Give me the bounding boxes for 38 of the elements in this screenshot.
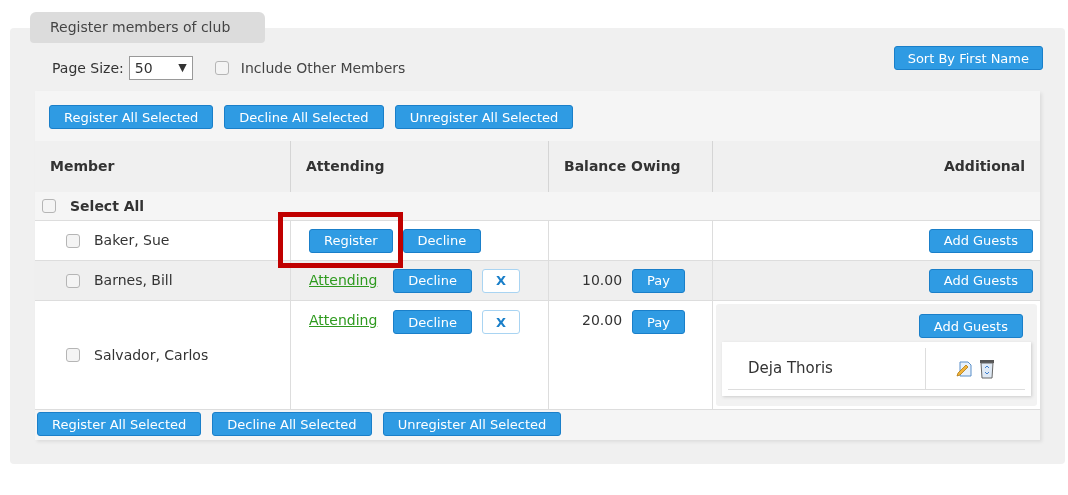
balance-amount: 10.00 bbox=[582, 271, 623, 290]
member-name: Barnes, Bill bbox=[94, 271, 173, 290]
column-header: Member bbox=[49, 157, 116, 176]
trash-icon[interactable] bbox=[977, 358, 996, 379]
pay-button[interactable]: Pay bbox=[632, 310, 685, 334]
bulk-action-button[interactable]: Register All Selected bbox=[37, 412, 202, 436]
section-tab[interactable]: Register members of club bbox=[30, 12, 265, 43]
bulk-action-button[interactable]: Register All Selected bbox=[49, 105, 214, 129]
checkbox[interactable] bbox=[66, 348, 80, 362]
add-guests-button[interactable]: Add Guests bbox=[928, 228, 1033, 253]
select-all-label: Select All bbox=[70, 196, 145, 216]
attend-action-button[interactable]: Decline bbox=[402, 228, 482, 253]
checkbox[interactable] bbox=[66, 233, 80, 248]
checkbox[interactable] bbox=[42, 199, 56, 213]
guest-name: Deja Thoris bbox=[747, 358, 834, 380]
remove-button[interactable]: X bbox=[481, 268, 520, 293]
sort-button[interactable]: Sort By First Name bbox=[893, 46, 1043, 70]
bulk-action-button[interactable]: Unregister All Selected bbox=[394, 105, 574, 129]
checkbox[interactable] bbox=[66, 273, 80, 288]
page-size-label: Page Size: bbox=[52, 58, 124, 78]
member-name: Salvador, Carlos bbox=[94, 345, 209, 365]
checkbox[interactable] bbox=[214, 61, 229, 75]
attending-link[interactable]: Attending bbox=[309, 270, 378, 291]
attending-link[interactable]: Attending bbox=[309, 310, 378, 331]
bulk-action-button[interactable]: Unregister All Selected bbox=[382, 412, 562, 436]
include-other-label: Include Other Members bbox=[240, 58, 406, 78]
add-guests-button[interactable]: Add Guests bbox=[918, 314, 1023, 338]
bulk-action-button[interactable]: Decline All Selected bbox=[224, 105, 384, 129]
attend-action-button[interactable]: Decline bbox=[393, 310, 472, 334]
pay-button[interactable]: Pay bbox=[632, 268, 685, 293]
page-size-select[interactable]: 50 ▼ bbox=[128, 56, 193, 80]
attend-action-button[interactable]: Register bbox=[309, 228, 393, 253]
member-name: Baker, Sue bbox=[94, 231, 170, 250]
add-guests-button[interactable]: Add Guests bbox=[928, 268, 1033, 293]
balance-amount: 20.00 bbox=[582, 311, 623, 330]
remove-button[interactable]: X bbox=[481, 310, 520, 334]
attend-action-button[interactable]: Decline bbox=[393, 268, 472, 293]
bulk-action-button[interactable]: Decline All Selected bbox=[212, 412, 372, 436]
